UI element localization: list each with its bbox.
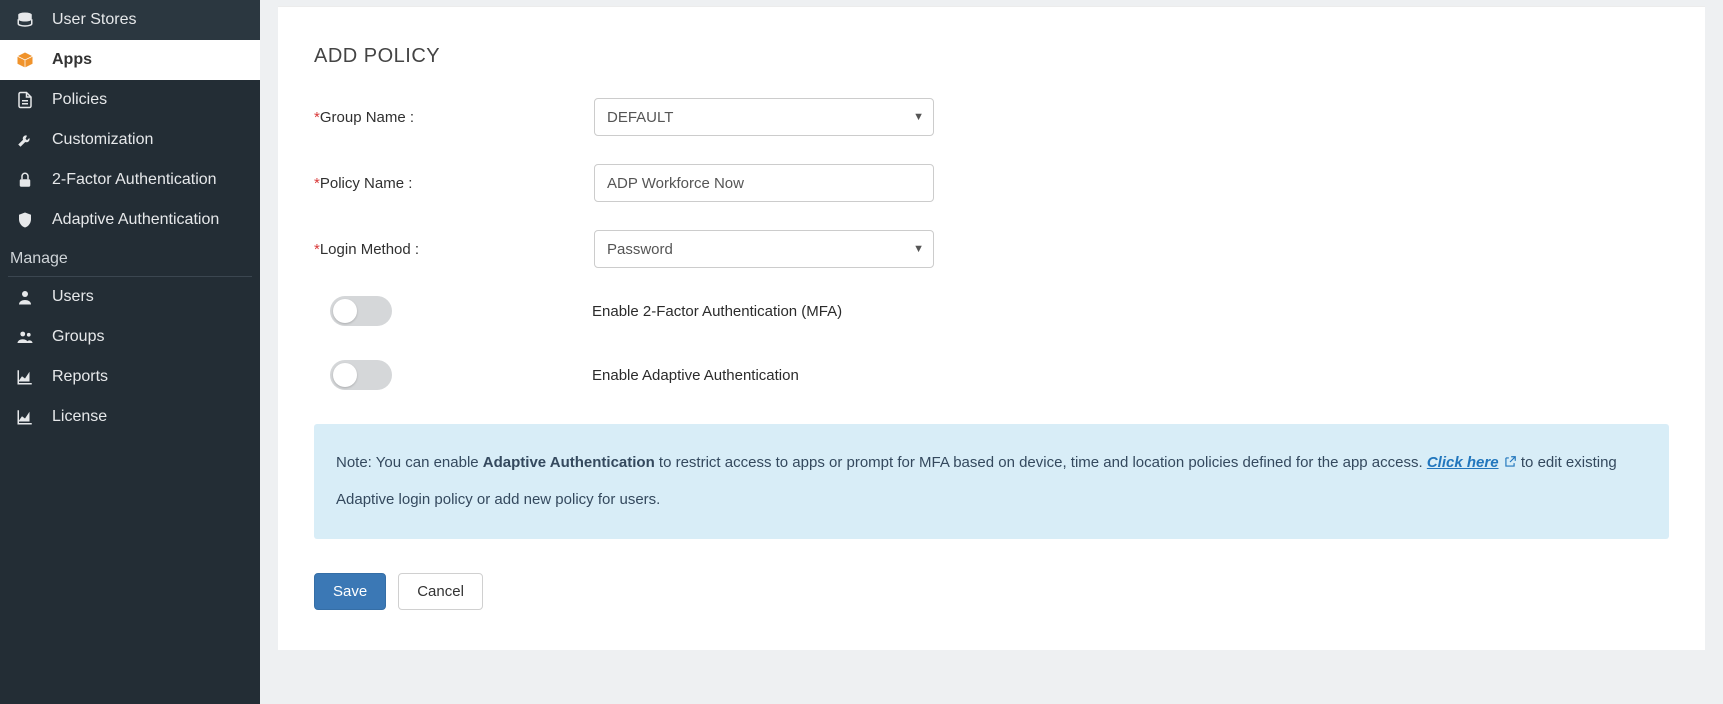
sidebar-item-users[interactable]: Users <box>0 277 260 317</box>
document-icon <box>14 91 36 109</box>
main-area: ADD POLICY *Group Name : DEFAULT ▼ *Poli… <box>260 0 1723 704</box>
chart-icon <box>14 368 36 386</box>
wrench-icon <box>14 131 36 149</box>
sidebar-item-license[interactable]: License <box>0 397 260 437</box>
label-login-method: *Login Method : <box>314 241 594 258</box>
input-policy-name[interactable] <box>594 164 934 202</box>
row-login-method: *Login Method : Password ▼ <box>314 230 1669 268</box>
sidebar-item-user-stores[interactable]: User Stores <box>0 0 260 40</box>
label-policy-name: *Policy Name : <box>314 175 594 192</box>
toggle-mfa-label: Enable 2-Factor Authentication (MFA) <box>592 303 842 320</box>
sidebar-item-label: Reports <box>52 368 108 386</box>
sidebar-section-manage: Manage <box>0 240 260 276</box>
sidebar-item-customization[interactable]: Customization <box>0 120 260 160</box>
shield-icon <box>14 211 36 229</box>
sidebar-item-apps[interactable]: Apps <box>0 40 260 80</box>
sidebar-item-label: Groups <box>52 328 104 346</box>
user-icon <box>14 288 36 306</box>
note-box: Note: You can enable Adaptive Authentica… <box>314 424 1669 539</box>
toggle-mfa[interactable] <box>330 296 392 326</box>
sidebar-item-label: License <box>52 408 107 426</box>
row-toggle-adaptive: Enable Adaptive Authentication <box>330 360 1669 390</box>
label-group-name: *Group Name : <box>314 109 594 126</box>
toggle-adaptive[interactable] <box>330 360 392 390</box>
note-text-prefix: Note: You can enable <box>336 454 483 471</box>
sidebar-item-label: User Stores <box>52 11 136 29</box>
cancel-button[interactable]: Cancel <box>398 573 483 610</box>
select-group-name[interactable]: DEFAULT <box>594 98 934 136</box>
sidebar-item-label: Customization <box>52 131 153 149</box>
note-text-bold: Adaptive Authentication <box>483 454 655 471</box>
sidebar-item-label: 2-Factor Authentication <box>52 171 217 189</box>
sidebar-item-label: Apps <box>52 51 92 69</box>
sidebar-item-reports[interactable]: Reports <box>0 357 260 397</box>
toggle-adaptive-label: Enable Adaptive Authentication <box>592 367 799 384</box>
add-policy-card: ADD POLICY *Group Name : DEFAULT ▼ *Poli… <box>278 6 1705 650</box>
note-link-click-here[interactable]: Click here <box>1427 454 1499 471</box>
save-button[interactable]: Save <box>314 573 386 610</box>
external-link-icon <box>1503 448 1517 483</box>
button-row: Save Cancel <box>314 573 1669 610</box>
select-login-method[interactable]: Password <box>594 230 934 268</box>
sidebar-item-adaptive-auth[interactable]: Adaptive Authentication <box>0 200 260 240</box>
sidebar-item-label: Adaptive Authentication <box>52 211 219 229</box>
page-title: ADD POLICY <box>314 45 1669 68</box>
sidebar-item-label: Users <box>52 288 94 306</box>
row-toggle-mfa: Enable 2-Factor Authentication (MFA) <box>330 296 1669 326</box>
sidebar-item-2fa[interactable]: 2-Factor Authentication <box>0 160 260 200</box>
sidebar-item-policies[interactable]: Policies <box>0 80 260 120</box>
box-icon <box>14 51 36 69</box>
lock-icon <box>14 171 36 189</box>
database-icon <box>14 11 36 29</box>
row-group-name: *Group Name : DEFAULT ▼ <box>314 98 1669 136</box>
sidebar: User Stores Apps Policies Customization <box>0 0 260 704</box>
row-policy-name: *Policy Name : <box>314 164 1669 202</box>
sidebar-item-groups[interactable]: Groups <box>0 317 260 357</box>
group-icon <box>14 328 36 346</box>
chart-icon <box>14 408 36 426</box>
note-text-mid: to restrict access to apps or prompt for… <box>655 454 1427 471</box>
sidebar-item-label: Policies <box>52 91 107 109</box>
